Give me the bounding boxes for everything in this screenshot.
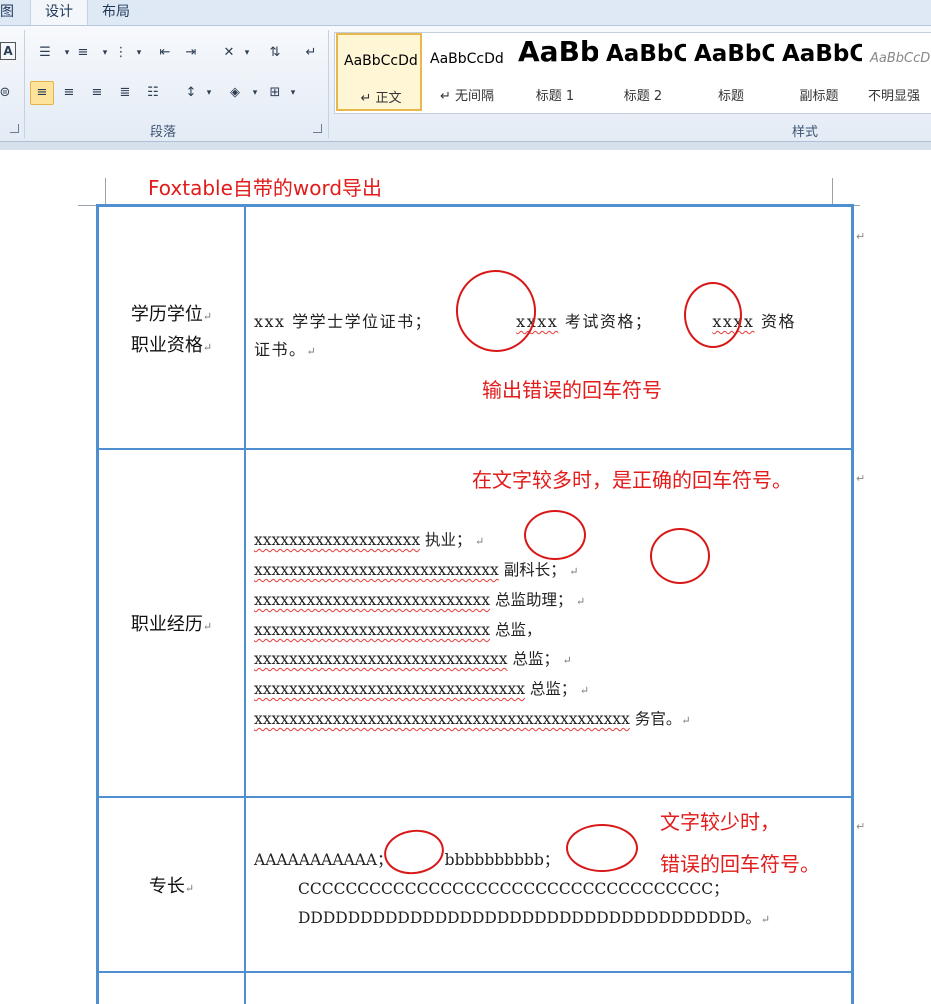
- style-heading-1[interactable]: AaBb 标题 1: [512, 33, 598, 111]
- row-header-specialty: 专长↵: [148, 876, 195, 897]
- cell-text-line: xxxxxxxxxxxxxxxxxxxxxxxxxxxxxxxxxxxxxxxx…: [254, 710, 691, 728]
- ribbon-tab-bar: 图 设计 布局: [0, 0, 931, 26]
- chinese-layout-dropdown-icon[interactable]: ▾: [236, 42, 258, 64]
- cell-text-line: xxxxxxxxxxxxxxxxxxx 执业； ↵: [254, 531, 485, 549]
- style-sample: AaBbC: [694, 41, 774, 67]
- show-marks-icon[interactable]: ↵: [300, 42, 322, 64]
- error-annotation: 文字较少时，: [660, 810, 780, 834]
- highlight-circle: [566, 824, 638, 872]
- cell-text-line[interactable]: 证书。↵: [254, 336, 317, 360]
- table-border: [96, 448, 854, 450]
- style-name: 不明显强: [868, 89, 921, 104]
- style-heading-2[interactable]: AaBbC 标题 2: [600, 33, 686, 111]
- cell-text-line: xxxxxxxxxxxxxxxxxxxxxxxxxxxx 副科长； ↵: [254, 561, 579, 579]
- style-no-spacing[interactable]: AaBbCcDd ↵ 无间隔: [424, 33, 510, 111]
- font-group-launcher-icon[interactable]: [10, 124, 19, 133]
- paragraph-group-label: 段落: [150, 125, 177, 140]
- enclose-char-icon[interactable]: ⊜: [0, 82, 16, 104]
- cell-text-line[interactable]: CCCCCCCCCCCCCCCCCCCCCCCCCCCCCCCCCCC；: [298, 877, 729, 899]
- highlight-circle: [684, 282, 742, 348]
- justify-icon[interactable]: ≣: [114, 82, 136, 104]
- numbering-icon[interactable]: ≡: [72, 42, 94, 64]
- row-header-line: 职业资格↵: [130, 335, 213, 356]
- multilevel-dropdown-icon[interactable]: ▾: [128, 42, 150, 64]
- styles-group-label: 样式: [792, 125, 819, 140]
- table-border: [96, 796, 854, 798]
- paragraph-group-launcher-icon[interactable]: [313, 124, 322, 133]
- character-border-icon[interactable]: A: [0, 42, 16, 60]
- align-center-icon[interactable]: ≡: [58, 82, 80, 104]
- table-border: [851, 204, 854, 1004]
- style-name: 标题 1: [535, 89, 575, 104]
- ribbon-divider: [0, 142, 931, 150]
- tab-layout[interactable]: 布局: [96, 0, 136, 25]
- style-title[interactable]: AaBbC 标题: [688, 33, 774, 111]
- style-sample: AaBbCcDd: [430, 51, 504, 67]
- style-name: 标题: [717, 89, 744, 104]
- crop-mark: [832, 178, 833, 206]
- crop-mark: [105, 178, 106, 206]
- export-title-annotation: Foxtable自带的word导出: [148, 176, 383, 200]
- group-separator: [24, 30, 25, 138]
- style-name: 标题 2: [623, 89, 663, 104]
- style-sample: AaBbCcD: [870, 51, 931, 66]
- ribbon: A ⊜ ☰ ▾ ≡ ▾ ⋮ ▾ ⇤ ⇥ ✕ ▾ ⇅ ↵ ≡ ≡ ≡ ≣ ☷ ↕ …: [0, 26, 931, 142]
- shading-dropdown-icon[interactable]: ▾: [244, 82, 266, 104]
- row-header-education: 学历学位↵ 职业资格↵: [99, 300, 244, 362]
- table-border: [96, 204, 854, 207]
- style-name: ↵ 无间隔: [439, 89, 495, 104]
- tab-view[interactable]: 图: [0, 0, 22, 25]
- style-sample: AaBbCcDd: [344, 53, 418, 69]
- style-subtle-emphasis[interactable]: AaBbCcD 不明显强: [864, 33, 931, 111]
- row-header-experience: 职业经历↵: [130, 614, 213, 635]
- cell-text-line: xxxxxxxxxxxxxxxxxxxxxxxxxxx 总监，: [254, 621, 542, 639]
- error-annotation: 输出错误的回车符号: [482, 378, 662, 402]
- line-spacing-dropdown-icon[interactable]: ▾: [198, 82, 220, 104]
- group-separator: [328, 30, 329, 138]
- cell-text-line: xxxxxxxxxxxxxxxxxxxxxxxxxxx 总监助理； ↵: [254, 591, 586, 609]
- style-subtitle[interactable]: AaBbC 副标题: [776, 33, 862, 111]
- row-end-mark: ↵: [856, 820, 866, 833]
- style-sample: AaBbC: [782, 41, 862, 67]
- borders-dropdown-icon[interactable]: ▾: [282, 82, 304, 104]
- align-right-icon[interactable]: ≡: [86, 82, 108, 104]
- cell-text-line: xxxxxxxxxxxxxxxxxxxxxxxxxxxxxxx 总监； ↵: [254, 680, 590, 698]
- tab-design[interactable]: 设计: [30, 0, 88, 25]
- cell-text-block[interactable]: xxxxxxxxxxxxxxxxxxx 执业； ↵ xxxxxxxxxxxxxx…: [254, 526, 691, 735]
- distributed-icon[interactable]: ☷: [142, 82, 164, 104]
- highlight-circle: [381, 826, 447, 878]
- styles-gallery: AaBbCcDd ↵ 正文 AaBbCcDd ↵ 无间隔 AaBb 标题 1 A…: [334, 32, 931, 114]
- row-end-mark: ↵: [856, 472, 866, 485]
- correct-annotation: 在文字较多时，是正确的回车符号。: [472, 468, 792, 492]
- row-end-mark: ↵: [856, 230, 866, 243]
- style-name: ↵ 正文: [360, 91, 402, 106]
- increase-indent-icon[interactable]: ⇥: [180, 42, 202, 64]
- row-header-line: 学历学位↵: [130, 304, 213, 325]
- align-left-icon[interactable]: ≡: [30, 81, 54, 105]
- decrease-indent-icon[interactable]: ⇤: [154, 42, 176, 64]
- sort-icon[interactable]: ⇅: [264, 42, 286, 64]
- table-border: [96, 971, 854, 973]
- cell-text-line[interactable]: DDDDDDDDDDDDDDDDDDDDDDDDDDDDDDDDDDDD。↵: [298, 906, 770, 928]
- style-normal[interactable]: AaBbCcDd ↵ 正文: [336, 33, 422, 111]
- style-name: 副标题: [799, 89, 839, 104]
- document-page[interactable]: Foxtable自带的word导出 学历学位↵ 职业资格↵ xxx 学学士学位证…: [0, 150, 931, 1004]
- highlight-circle: [448, 262, 544, 360]
- style-sample: AaBbC: [606, 41, 686, 67]
- error-annotation: 错误的回车符号。: [660, 852, 820, 876]
- bullets-icon[interactable]: ☰: [34, 42, 56, 64]
- document-table[interactable]: 学历学位↵ 职业资格↵ xxx 学学士学位证书； xxxx 考试资格； xxxx 资…: [96, 204, 865, 1004]
- highlight-circle: [650, 528, 710, 584]
- highlight-circle: [524, 510, 586, 560]
- table-border: [244, 204, 246, 1004]
- cell-text-line: xxxxxxxxxxxxxxxxxxxxxxxxxxxxx 总监； ↵: [254, 650, 572, 668]
- style-sample: AaBb: [518, 35, 598, 68]
- shading-icon[interactable]: ◈: [224, 82, 246, 104]
